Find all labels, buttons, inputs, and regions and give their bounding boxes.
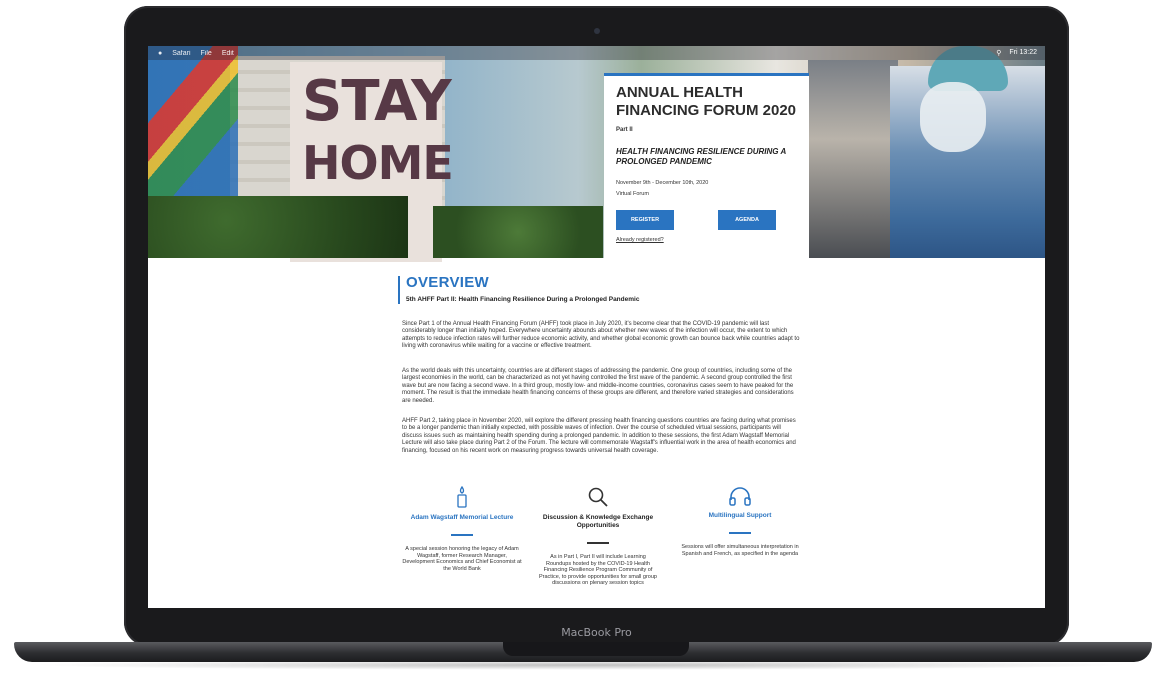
overview-subheading: 5th AHFF Part II: Health Financing Resil… (406, 296, 640, 303)
menu-item-safari[interactable]: Safari (172, 50, 190, 57)
event-venue: Virtual Forum (616, 191, 649, 197)
overview-paragraph-1: Since Part 1 of the Annual Health Financ… (402, 321, 800, 350)
hero-trees-2 (433, 206, 603, 258)
already-registered-link[interactable]: Already registered? (616, 237, 664, 243)
overview-accent-bar (398, 276, 400, 304)
overview-paragraph-3: AHFF Part 2, taking place in November 20… (402, 418, 796, 454)
poster-text-home: HOME (302, 136, 454, 190)
overview-heading: OVERVIEW (406, 274, 489, 291)
macos-menu-bar: ● Safari File Edit ⚲ Fri 13:22 (148, 46, 1045, 60)
register-button[interactable]: REGISTER (616, 210, 674, 230)
candle-icon (457, 486, 467, 508)
poster-text-stay: STAY (302, 69, 452, 134)
event-dates: November 9th - December 10th, 2020 (616, 180, 709, 186)
hero-face-shield (920, 82, 986, 152)
overview-paragraph-2: As the world deals with this uncertainty… (402, 368, 794, 404)
device-brand-label: MacBook Pro (561, 626, 632, 639)
hero-trees (148, 196, 408, 258)
feature-divider (587, 542, 609, 544)
event-info-card: ANNUAL HEALTH FINANCING FORUM 2020 Part … (604, 73, 809, 261)
browser-screen: STAY HOME ANNUAL HEALTH FINANCING FORUM … (148, 46, 1045, 608)
menu-item-file[interactable]: File (201, 50, 212, 57)
feature-memorial-lecture: Adam Wagstaff Memorial Lecture A special… (402, 486, 522, 572)
agenda-button[interactable]: AGENDA (718, 210, 776, 230)
feature-description: A special session honoring the legacy of… (402, 546, 522, 572)
feature-description: Sessions will offer simultaneous interpr… (681, 544, 799, 557)
feature-divider (451, 534, 473, 536)
apple-menu-icon[interactable]: ● (158, 50, 162, 57)
camera-icon (594, 28, 600, 34)
event-part: Part II (616, 127, 633, 133)
event-title: ANNUAL HEALTH FINANCING FORUM 2020 (616, 84, 797, 119)
hero-background-people (808, 60, 898, 258)
menu-item-edit[interactable]: Edit (222, 50, 234, 57)
feature-title: Adam Wagstaff Memorial Lecture (410, 514, 514, 521)
hero-banner: STAY HOME ANNUAL HEALTH FINANCING FORUM … (148, 46, 1045, 262)
feature-discussion: Discussion & Knowledge Exchange Opportun… (538, 486, 658, 587)
feature-divider (729, 532, 751, 534)
hero-flags (148, 46, 238, 196)
feature-description: As in Part I, Part II will include Learn… (538, 554, 657, 587)
search-icon (588, 487, 608, 507)
laptop-hinge-notch (503, 642, 689, 656)
feature-multilingual: Multilingual Support Sessions will offer… (680, 486, 800, 557)
event-subtitle: HEALTH FINANCING RESILIENCE DURING A PRO… (616, 147, 786, 166)
headphones-icon (729, 487, 751, 506)
menubar-clock: Fri 13:22 (1009, 49, 1037, 56)
feature-title: Discussion & Knowledge Exchange Opportun… (542, 514, 654, 529)
spotlight-icon[interactable]: ⚲ (996, 49, 1001, 57)
feature-title: Multilingual Support (708, 512, 772, 519)
